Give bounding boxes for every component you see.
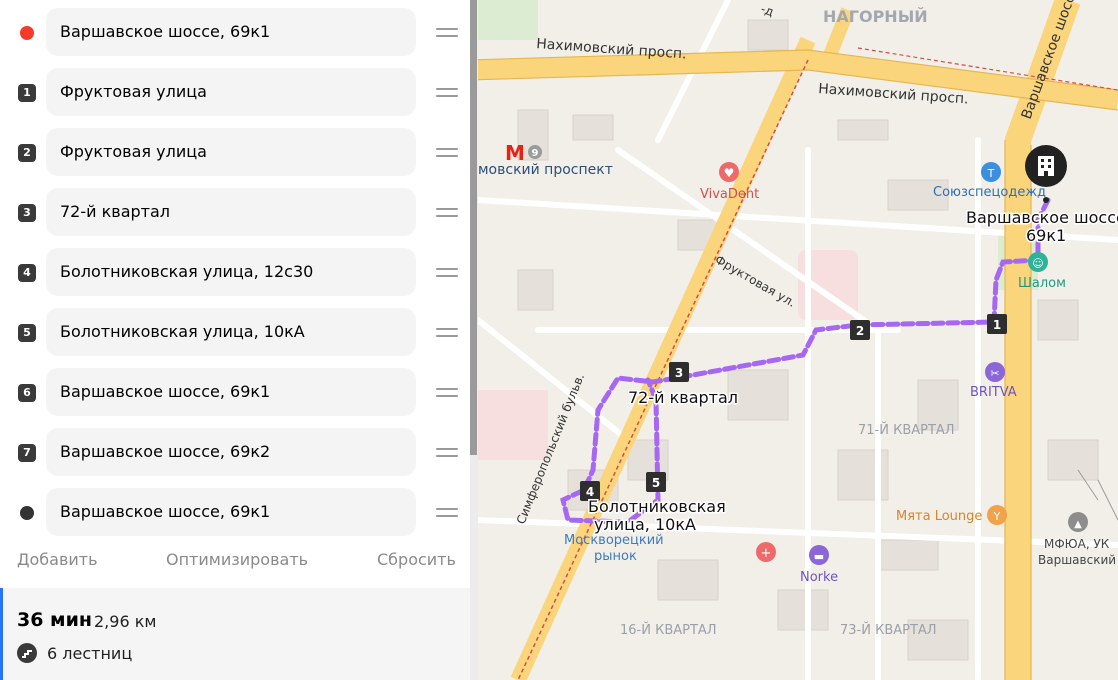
stop-number-badge: 7: [18, 444, 36, 462]
hotel-icon[interactable]: ▬: [809, 545, 829, 565]
stop-field[interactable]: Болотниковская улица, 12с30: [46, 248, 416, 296]
drag-handle-icon[interactable]: [436, 326, 458, 340]
cocktail-icon[interactable]: Y: [987, 505, 1007, 525]
map-canvas[interactable]: 1 2 3 4 5 НАГОРНЫЙ 71-Й КВАРТАЛ 16-Й КВА…: [478, 0, 1118, 680]
theater-icon[interactable]: ☺: [1028, 252, 1048, 272]
stop-number-badge: 2: [18, 144, 36, 162]
map-view[interactable]: 1 2 3 4 5 НАГОРНЫЙ 71-Й КВАРТАЛ 16-Й КВА…: [478, 0, 1118, 680]
stop-number-badge: 5: [18, 324, 36, 342]
reset-button[interactable]: Сбросить: [377, 550, 456, 569]
poi-label: Norke: [800, 570, 838, 585]
poi-label: Варшавский: [1038, 553, 1116, 567]
stop-row: 6 Варшавское шоссе, 69к1: [0, 362, 470, 422]
stop-number-badge: 1: [18, 84, 36, 102]
district-label: НАГОРНЫЙ: [823, 7, 928, 26]
district-label: 71-Й КВАРТАЛ: [858, 422, 955, 438]
university-icon[interactable]: ▲: [1068, 512, 1088, 532]
svg-text:3: 3: [675, 366, 683, 380]
route-duration: 36 мин: [17, 609, 93, 631]
poi-label: Мята Lounge: [896, 509, 982, 524]
route-point-label: 72-й квартал: [628, 388, 738, 407]
svg-text:✂: ✂: [990, 367, 999, 380]
drag-handle-icon[interactable]: [436, 386, 458, 400]
add-stop-button[interactable]: Добавить: [17, 550, 98, 569]
stop-row: 3 72-й квартал: [0, 182, 470, 242]
stop-row: 7 Варшавское шоссе, 69к2: [0, 422, 470, 482]
scrollbar-thumb[interactable]: [470, 0, 477, 455]
hospital-icon[interactable]: +: [756, 542, 776, 562]
end-point-icon: [20, 506, 34, 520]
hospital-area: [478, 390, 548, 460]
stop-field[interactable]: Фруктовая улица: [46, 68, 416, 116]
stop-row: Варшавское шоссе, 69к1: [0, 2, 470, 62]
route-marker[interactable]: 3: [669, 362, 689, 382]
stop-field[interactable]: 72-й квартал: [46, 188, 416, 236]
optimize-button[interactable]: Оптимизировать: [166, 550, 308, 569]
route-panel: Варшавское шоссе, 69к1 1 Фруктовая улица…: [0, 0, 470, 680]
route-marker[interactable]: 2: [850, 320, 870, 340]
metro-station-label: мовский проспект: [478, 162, 613, 178]
stairs-icon: [17, 643, 37, 663]
drag-handle-icon[interactable]: [436, 146, 458, 160]
barber-icon[interactable]: ✂: [985, 362, 1005, 382]
stop-field[interactable]: Варшавское шоссе, 69к1: [46, 488, 416, 536]
poi-label: Союзспецодежд: [933, 185, 1046, 200]
svg-text:☺: ☺: [1032, 257, 1043, 270]
park-area: [478, 0, 538, 40]
route-point-label: Болотниковская: [588, 497, 726, 516]
route-marker[interactable]: 5: [646, 472, 666, 492]
poi-label: Шалом: [1018, 276, 1066, 291]
dentist-icon[interactable]: ♥: [719, 162, 739, 182]
svg-text:+: +: [761, 546, 772, 561]
stop-field[interactable]: Болотниковская улица, 10кА: [46, 308, 416, 356]
svg-text:5: 5: [652, 476, 660, 490]
drag-handle-icon[interactable]: [436, 26, 458, 40]
stop-row: 4 Болотниковская улица, 12с30: [0, 242, 470, 302]
stop-row: 5 Болотниковская улица, 10кА: [0, 302, 470, 362]
route-marker[interactable]: 1: [987, 314, 1007, 334]
stop-row: 2 Фруктовая улица: [0, 122, 470, 182]
stop-number-badge: 4: [18, 264, 36, 282]
poi-label: BRITVA: [970, 385, 1017, 400]
drag-handle-icon[interactable]: [436, 266, 458, 280]
svg-text:9: 9: [532, 148, 539, 159]
stop-row: Варшавское шоссе, 69к1: [0, 482, 470, 542]
svg-text:▲: ▲: [1074, 519, 1082, 530]
route-point-label: 69к1: [1026, 226, 1066, 245]
stop-number-badge: 6: [18, 384, 36, 402]
poi-label: МФЮА, УК: [1044, 537, 1110, 551]
svg-text:▬: ▬: [814, 550, 824, 563]
svg-text:♥: ♥: [724, 166, 735, 180]
drag-handle-icon[interactable]: [436, 446, 458, 460]
poi-label: VivaDent: [700, 187, 759, 202]
selected-accent-bar: [0, 588, 3, 680]
stop-field[interactable]: Варшавское шоссе, 69к2: [46, 428, 416, 476]
stop-field[interactable]: Варшавское шоссе, 69к1: [46, 368, 416, 416]
route-point-label: Варшавское шоссе: [966, 208, 1118, 227]
district-label: 16-Й КВАРТАЛ: [620, 622, 717, 638]
poi-label: Москворецкий: [564, 533, 664, 548]
route-distance: 2,96 км: [94, 612, 157, 631]
drag-handle-icon[interactable]: [436, 206, 458, 220]
svg-text:T: T: [987, 167, 995, 180]
route-point-label: улица, 10кА: [594, 515, 696, 534]
svg-text:2: 2: [856, 324, 864, 338]
stop-field[interactable]: Фруктовая улица: [46, 128, 416, 176]
stop-row: 1 Фруктовая улица: [0, 62, 470, 122]
clothing-store-icon[interactable]: T: [981, 162, 1001, 182]
poi-label: рынок: [594, 549, 637, 564]
svg-text:1: 1: [993, 318, 1001, 332]
stop-number-badge: 3: [18, 204, 36, 222]
start-point-icon: [20, 26, 34, 40]
stop-field[interactable]: Варшавское шоссе, 69к1: [46, 8, 416, 56]
svg-text:Y: Y: [993, 510, 1001, 523]
stairs-count: 6 лестниц: [47, 644, 133, 663]
district-label: 73-Й КВАРТАЛ: [840, 622, 937, 638]
drag-handle-icon[interactable]: [436, 506, 458, 520]
drag-handle-icon[interactable]: [436, 86, 458, 100]
route-summary[interactable]: 36 мин 2,96 км 6 лестниц: [0, 588, 470, 680]
